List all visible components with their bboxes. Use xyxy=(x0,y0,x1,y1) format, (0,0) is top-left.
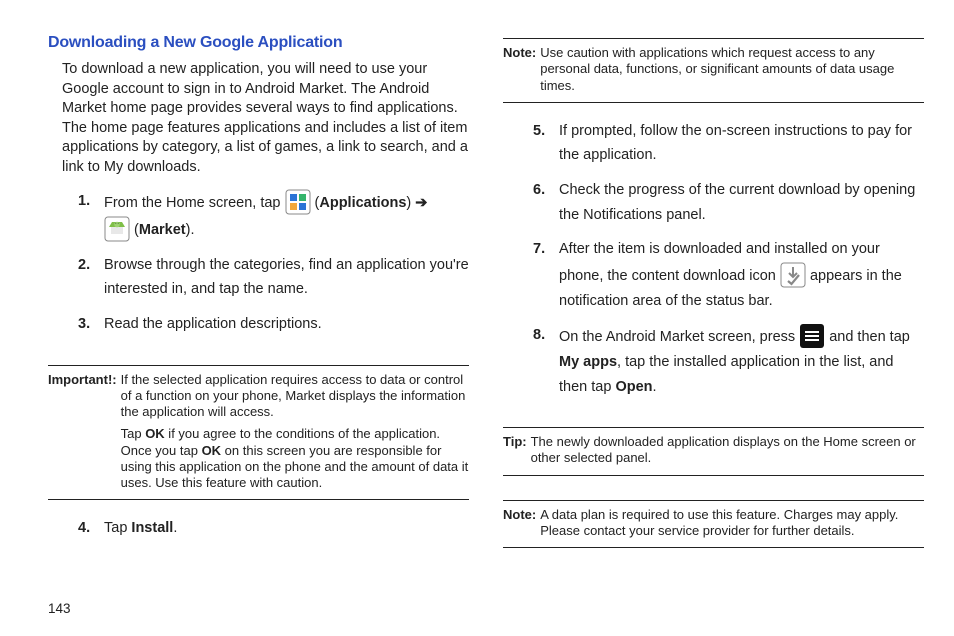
note-text: Use caution with applications which requ… xyxy=(540,45,924,94)
step-6: 6. Check the progress of the current dow… xyxy=(541,178,924,227)
arrow-icon: ➔ xyxy=(415,195,427,211)
market-label: Market xyxy=(139,222,186,238)
step-4: 4. Tap Install. xyxy=(86,516,469,541)
steps-list-right: 5. If prompted, follow the on-screen ins… xyxy=(503,119,924,409)
step-number: 1. xyxy=(78,189,90,214)
step-7: 7. After the item is downloaded and inst… xyxy=(541,237,924,313)
step-text: From the Home screen, tap xyxy=(104,195,285,211)
download-complete-icon xyxy=(780,262,806,288)
step-3: 3. Read the application descriptions. xyxy=(86,312,469,337)
step-8: 8. On the Android Market screen, press a… xyxy=(541,323,924,399)
step-text-d: . xyxy=(653,379,657,395)
step-number: 4. xyxy=(78,516,90,541)
menu-hardkey-icon xyxy=(799,323,825,349)
install-label: Install xyxy=(131,520,173,536)
note-label: Note: xyxy=(503,507,536,540)
note-label: Note: xyxy=(503,45,536,94)
step-number: 3. xyxy=(78,312,90,337)
manual-page: Downloading a New Google Application To … xyxy=(0,0,954,636)
step-number: 8. xyxy=(533,323,545,348)
important-label: Important!: xyxy=(48,372,117,492)
step-text: Read the application descriptions. xyxy=(104,316,322,332)
important-p1: If the selected application requires acc… xyxy=(121,372,469,421)
step-text: If prompted, follow the on-screen instru… xyxy=(559,123,912,164)
step-text: Check the progress of the current downlo… xyxy=(559,182,915,223)
step-number: 7. xyxy=(533,237,545,262)
important-p2: Tap OK if you agree to the conditions of… xyxy=(121,426,469,491)
tip-callout: Tip: The newly downloaded application di… xyxy=(503,427,924,476)
section-heading: Downloading a New Google Application xyxy=(48,34,469,52)
step-text: Tap xyxy=(104,520,131,536)
step-2: 2. Browse through the categories, find a… xyxy=(86,253,469,302)
tip-label: Tip: xyxy=(503,434,527,467)
open-label: Open xyxy=(615,379,652,395)
left-column: Downloading a New Google Application To … xyxy=(48,30,469,616)
market-icon xyxy=(104,216,130,242)
important-text: If the selected application requires acc… xyxy=(121,372,469,492)
step-number: 2. xyxy=(78,253,90,278)
note-text: A data plan is required to use this feat… xyxy=(540,507,924,540)
step-number: 5. xyxy=(533,119,545,144)
two-column-layout: Downloading a New Google Application To … xyxy=(48,30,924,616)
page-number: 143 xyxy=(48,593,469,616)
step-text-a: On the Android Market screen, press xyxy=(559,329,799,345)
intro-paragraph: To download a new application, you will … xyxy=(48,60,469,177)
applications-icon xyxy=(285,189,311,215)
note-bottom-callout: Note: A data plan is required to use thi… xyxy=(503,500,924,549)
step-1: 1. From the Home screen, tap (Applicatio… xyxy=(86,189,469,242)
step-number: 6. xyxy=(533,178,545,203)
important-callout: Important!: If the selected application … xyxy=(48,365,469,501)
step-text: Browse through the categories, find an a… xyxy=(104,257,469,298)
applications-label: Applications xyxy=(319,195,406,211)
tip-text: The newly downloaded application display… xyxy=(531,434,924,467)
note-top-callout: Note: Use caution with applications whic… xyxy=(503,38,924,103)
steps-list-left-2: 4. Tap Install. xyxy=(48,516,469,551)
right-column: Note: Use caution with applications whic… xyxy=(503,30,924,616)
steps-list-left: 1. From the Home screen, tap (Applicatio… xyxy=(48,189,469,346)
my-apps-label: My apps xyxy=(559,354,617,370)
step-text-b: and then tap xyxy=(829,329,910,345)
step-5: 5. If prompted, follow the on-screen ins… xyxy=(541,119,924,168)
